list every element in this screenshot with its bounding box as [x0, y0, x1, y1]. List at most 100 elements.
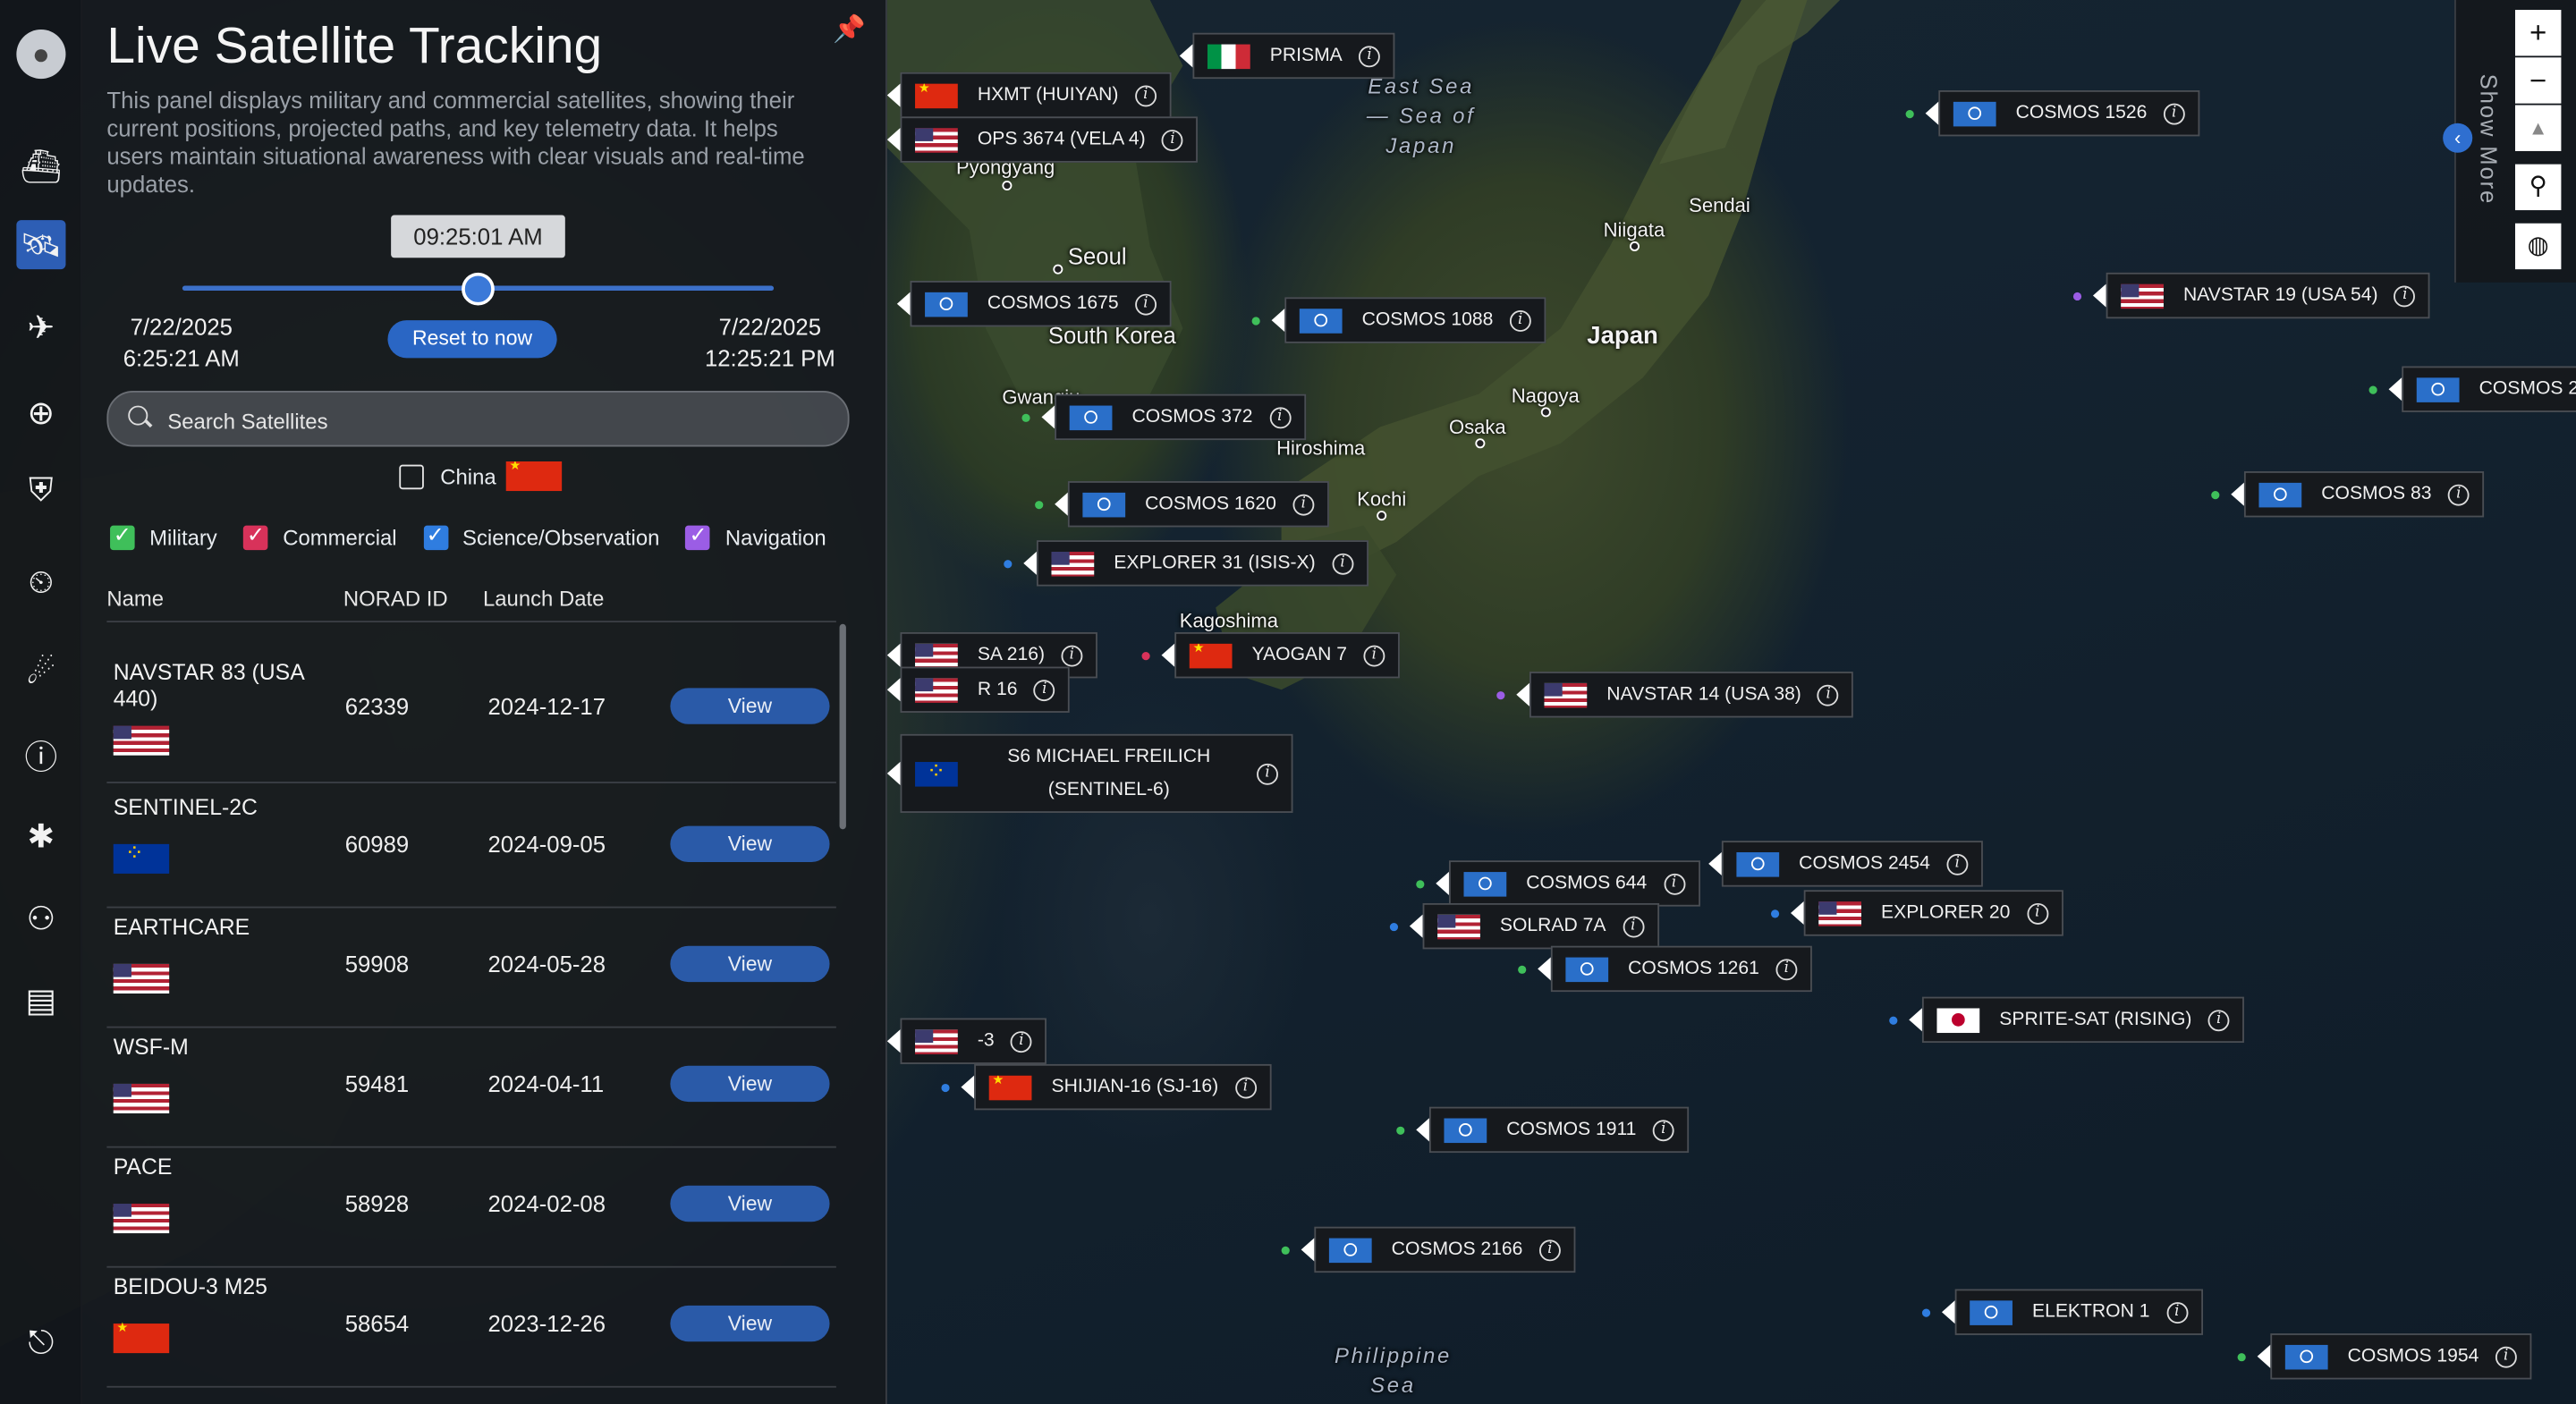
type-filter-science[interactable]: Science/Observation: [422, 522, 659, 551]
view-button[interactable]: View: [670, 1185, 830, 1222]
globe-icon[interactable]: ◍: [2514, 223, 2562, 270]
satellite-marker[interactable]: COSMOS 2i: [2368, 366, 2576, 412]
table-row[interactable]: BEIDOU-3 M25 58654 2023-12-26 View: [106, 1268, 835, 1386]
satellite-marker[interactable]: COSMOS 1620 i: [1035, 481, 1329, 528]
satellite-marker[interactable]: COSMOS 1675 i: [896, 281, 1172, 327]
satellite-label[interactable]: SOLRAD 7A i: [1422, 902, 1659, 950]
satellite-marker[interactable]: COSMOS 1911 i: [1396, 1106, 1690, 1154]
satellite-marker[interactable]: R 16 i: [886, 666, 1071, 713]
satellite-marker[interactable]: SPRITE-SAT (RISING) i: [1889, 996, 2245, 1044]
info-icon[interactable]: i: [2495, 1345, 2517, 1367]
satellite-marker[interactable]: -3 i: [886, 1018, 1047, 1064]
search-input[interactable]: [164, 392, 828, 449]
info-icon[interactable]: i: [1162, 129, 1183, 151]
alert-icon[interactable]: ⓘ: [16, 729, 65, 778]
satellite-marker[interactable]: OPS 3674 (VELA 4) i: [886, 116, 1199, 163]
info-icon[interactable]: i: [2447, 483, 2470, 505]
list-scrollbar[interactable]: [839, 623, 846, 830]
pin-icon[interactable]: 📌: [833, 13, 866, 47]
satellite-label[interactable]: COSMOS 2454 i: [1721, 841, 1983, 887]
timer-icon[interactable]: ⏲: [16, 558, 65, 607]
satellite-label[interactable]: R 16 i: [900, 666, 1071, 713]
satellite-label[interactable]: COSMOS 1675 i: [910, 281, 1172, 327]
info-icon[interactable]: i: [1652, 1119, 1674, 1141]
compass-icon[interactable]: ▲: [2514, 105, 2562, 151]
info-icon[interactable]: i: [2165, 1301, 2188, 1324]
satellite-label[interactable]: COSMOS 1261 i: [1550, 945, 1812, 993]
info-icon[interactable]: i: [1622, 915, 1644, 937]
satellite-marker[interactable]: COSMOS 1526 i: [1905, 89, 2200, 137]
table-row[interactable]: EARTHCARE 59908 2024-05-28 View: [106, 908, 835, 1026]
satellite-label[interactable]: PRISMA i: [1192, 32, 1395, 80]
satellite-label[interactable]: COSMOS 372 i: [1055, 393, 1306, 441]
satellite-marker[interactable]: COSMOS 2166 i: [1281, 1226, 1576, 1273]
info-icon[interactable]: i: [1509, 309, 1531, 332]
satellite-label[interactable]: S6 MICHAEL FREILICH (SENTINEL-6) i: [900, 733, 1293, 813]
satellite-label[interactable]: EXPLORER 20 i: [1803, 890, 2063, 936]
satellite-marker[interactable]: EXPLORER 20 i: [1770, 890, 2063, 936]
satellite-label[interactable]: COSMOS 1954 i: [2270, 1333, 2532, 1380]
info-icon[interactable]: i: [1033, 679, 1055, 701]
satellite-label[interactable]: SPRITE-SAT (RISING) i: [1921, 996, 2245, 1044]
zoom-in-button[interactable]: +: [2514, 10, 2562, 56]
info-icon[interactable]: i: [1663, 872, 1685, 894]
satellite-marker[interactable]: COSMOS 2454 i: [1708, 841, 1983, 887]
satellite-label[interactable]: COSMOS 1088 i: [1284, 297, 1546, 343]
satellite-label[interactable]: HXMT (HUIYAN) i: [900, 72, 1172, 119]
table-row[interactable]: NAVSTAR 83 (USA 440) 62339 2024-12-17 View: [106, 654, 835, 772]
reset-to-now-button[interactable]: Reset to now: [387, 320, 557, 359]
column-header-launch[interactable]: Launch Date: [483, 587, 604, 612]
time-slider-handle[interactable]: [462, 272, 495, 306]
logout-icon[interactable]: ⎋: [16, 1319, 65, 1368]
satellite-label[interactable]: COSMOS 2i: [2402, 366, 2576, 412]
satellite-label[interactable]: OPS 3674 (VELA 4) i: [900, 116, 1199, 163]
info-icon[interactable]: i: [2207, 1009, 2230, 1031]
info-icon[interactable]: i: [1134, 292, 1157, 315]
science-checkbox[interactable]: [422, 522, 448, 551]
user-avatar-icon[interactable]: ●: [16, 30, 66, 80]
info-icon[interactable]: i: [2394, 284, 2416, 307]
satellite-label[interactable]: COSMOS 83 i: [2243, 471, 2485, 518]
satellite-marker[interactable]: S6 MICHAEL FREILICH (SENTINEL-6) i: [886, 733, 1293, 813]
info-icon[interactable]: i: [1268, 406, 1291, 428]
show-more-label[interactable]: Show More: [2476, 74, 2502, 206]
view-button[interactable]: View: [670, 945, 830, 983]
satellite-label[interactable]: NAVSTAR 14 (USA 38) i: [1529, 672, 1854, 718]
info-icon[interactable]: i: [1234, 1076, 1257, 1098]
zoom-out-button[interactable]: −: [2514, 57, 2562, 104]
bug-icon[interactable]: ✱: [16, 811, 65, 860]
type-filter-commercial[interactable]: Commercial: [243, 522, 397, 551]
satellite-label[interactable]: COSMOS 1620 i: [1067, 481, 1329, 528]
type-filter-navigation[interactable]: Navigation: [685, 522, 826, 551]
info-icon[interactable]: i: [1363, 644, 1385, 666]
chevron-left-icon[interactable]: ‹: [2443, 123, 2473, 153]
military-checkbox[interactable]: [110, 522, 135, 551]
orbit-icon[interactable]: ☄: [16, 647, 65, 697]
satellite-label[interactable]: YAOGAN 7 i: [1174, 631, 1400, 679]
satellite-marker[interactable]: COSMOS 1261 i: [1518, 945, 1812, 993]
info-icon[interactable]: i: [1946, 852, 1969, 875]
info-icon[interactable]: i: [2163, 102, 2185, 124]
info-icon[interactable]: i: [1538, 1239, 1561, 1261]
satellite-marker[interactable]: NAVSTAR 19 (USA 54) i: [2072, 272, 2431, 319]
view-button[interactable]: View: [670, 1305, 830, 1342]
info-icon[interactable]: i: [1257, 762, 1278, 784]
info-icon[interactable]: i: [1818, 683, 1840, 706]
satellite-marker[interactable]: COSMOS 372 i: [1021, 393, 1306, 441]
satellite-label[interactable]: -3 i: [900, 1018, 1047, 1064]
info-icon[interactable]: i: [1134, 84, 1157, 106]
group-icon[interactable]: ⚇: [16, 893, 65, 943]
drone-icon[interactable]: ✈: [16, 302, 65, 351]
satellite-marker[interactable]: HXMT (HUIYAN) i: [886, 72, 1172, 119]
satellite-label[interactable]: COSMOS 2166 i: [1314, 1226, 1576, 1273]
table-row[interactable]: WSF-M 59481 2024-04-11 View: [106, 1028, 835, 1146]
satellite-label[interactable]: COSMOS 644 i: [1448, 860, 1700, 907]
china-checkbox[interactable]: [399, 463, 424, 489]
satellite-marker[interactable]: SHIJIAN-16 (SJ-16) i: [941, 1063, 1271, 1111]
satellite-label[interactable]: SHIJIAN-16 (SJ-16) i: [974, 1063, 1271, 1111]
satellite-marker[interactable]: COSMOS 1088 i: [1251, 297, 1546, 343]
document-icon[interactable]: ▤: [16, 976, 65, 1025]
shield-icon[interactable]: ⛨: [16, 467, 65, 516]
target-icon[interactable]: ⊕: [16, 387, 65, 436]
info-icon[interactable]: i: [1061, 644, 1083, 666]
